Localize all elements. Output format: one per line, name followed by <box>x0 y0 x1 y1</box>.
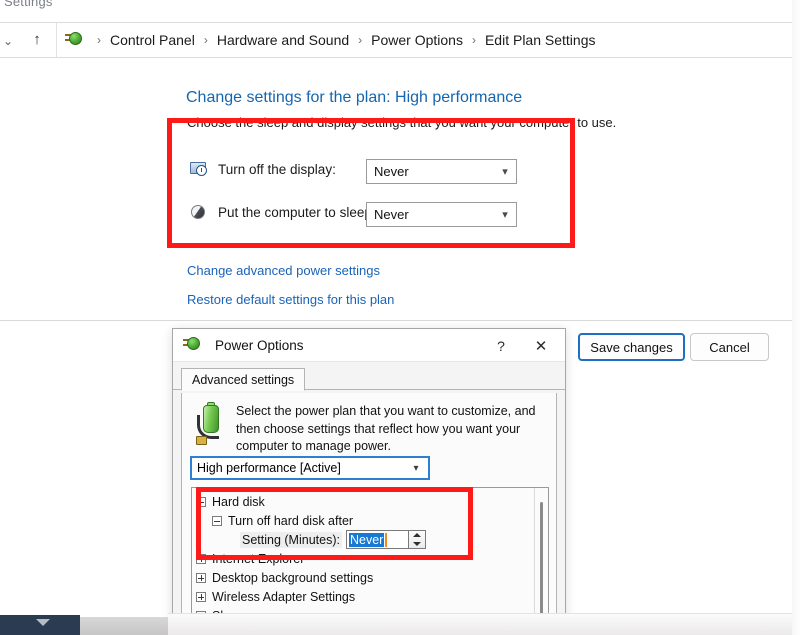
recent-locations-chevron-icon[interactable]: ⌄ <box>0 32 16 50</box>
page-title: Change settings for the plan: High perfo… <box>186 89 523 106</box>
tree-item-desktop-background-settings[interactable]: Desktop background settings <box>196 568 534 587</box>
help-icon[interactable]: ? <box>483 329 519 362</box>
dialog-title-bar: Power Options ? ✕ <box>173 329 565 362</box>
taskbar-gray-tile <box>80 617 168 635</box>
dialog-description: Select the power plan that you want to c… <box>236 404 536 453</box>
dialog-title: Power Options <box>215 337 304 353</box>
window-title-clipped: Settings <box>4 0 53 9</box>
plug-pins <box>196 436 207 445</box>
tree-item-wireless-adapter-settings[interactable]: Wireless Adapter Settings <box>196 587 534 606</box>
breadcrumb-separator-1: › <box>203 33 208 47</box>
up-arrow-icon[interactable]: ↑ <box>28 30 46 50</box>
tree-item-label: Desktop background settings <box>212 570 374 585</box>
link-change-advanced-power-settings[interactable]: Change advanced power settings <box>187 263 380 278</box>
content-divider <box>0 320 802 321</box>
breadcrumb-separator-0: › <box>97 33 101 47</box>
power-plug-icon <box>183 335 203 355</box>
power-options-dialog: Power Options ? ✕ Advanced settings Sele… <box>172 328 566 635</box>
taskbar-strip <box>168 613 802 635</box>
chevron-down-icon[interactable] <box>36 619 50 626</box>
breadcrumb: › Control Panel › Hardware and Sound › P… <box>56 23 802 57</box>
battery-plug-icon <box>196 402 230 449</box>
plug-body <box>187 337 200 350</box>
cancel-button[interactable]: Cancel <box>690 333 769 361</box>
expand-toggle-icon[interactable] <box>196 591 206 602</box>
power-plug-icon <box>65 30 85 50</box>
breadcrumb-separator-3: › <box>471 33 476 47</box>
breadcrumb-item-edit-plan-settings[interactable]: Edit Plan Settings <box>483 31 598 49</box>
breadcrumb-separator-2: › <box>358 33 363 47</box>
tab-advanced-settings[interactable]: Advanced settings <box>181 368 306 391</box>
expand-toggle-icon[interactable] <box>196 572 206 583</box>
tree-scrollbar-thumb[interactable] <box>540 502 543 620</box>
close-icon[interactable]: ✕ <box>523 329 559 362</box>
power-plan-select[interactable]: High performance [Active] ▾ <box>190 456 430 480</box>
breadcrumb-item-control-panel[interactable]: Control Panel <box>108 31 197 49</box>
save-changes-button[interactable]: Save changes <box>578 333 685 361</box>
tree-item-label: Wireless Adapter Settings <box>212 589 356 604</box>
breadcrumb-item-power-options[interactable]: Power Options <box>369 31 465 49</box>
link-restore-default-settings[interactable]: Restore default settings for this plan <box>187 292 394 307</box>
plug-body <box>69 32 82 45</box>
dialog-header: Select the power plan that you want to c… <box>192 402 546 456</box>
annotation-box-sleep-display <box>167 118 575 248</box>
annotation-box-hard-disk <box>196 487 473 560</box>
app-root: Settings ⌄ ↑ › Control Panel › Hardware … <box>0 0 802 635</box>
breadcrumb-item-hardware-and-sound[interactable]: Hardware and Sound <box>215 31 351 49</box>
chevron-down-icon: ▾ <box>413 462 419 474</box>
power-plan-value: High performance [Active] <box>197 461 341 475</box>
dialog-tab-strip: Advanced settings <box>173 368 565 391</box>
right-edge-shadow <box>792 0 802 635</box>
